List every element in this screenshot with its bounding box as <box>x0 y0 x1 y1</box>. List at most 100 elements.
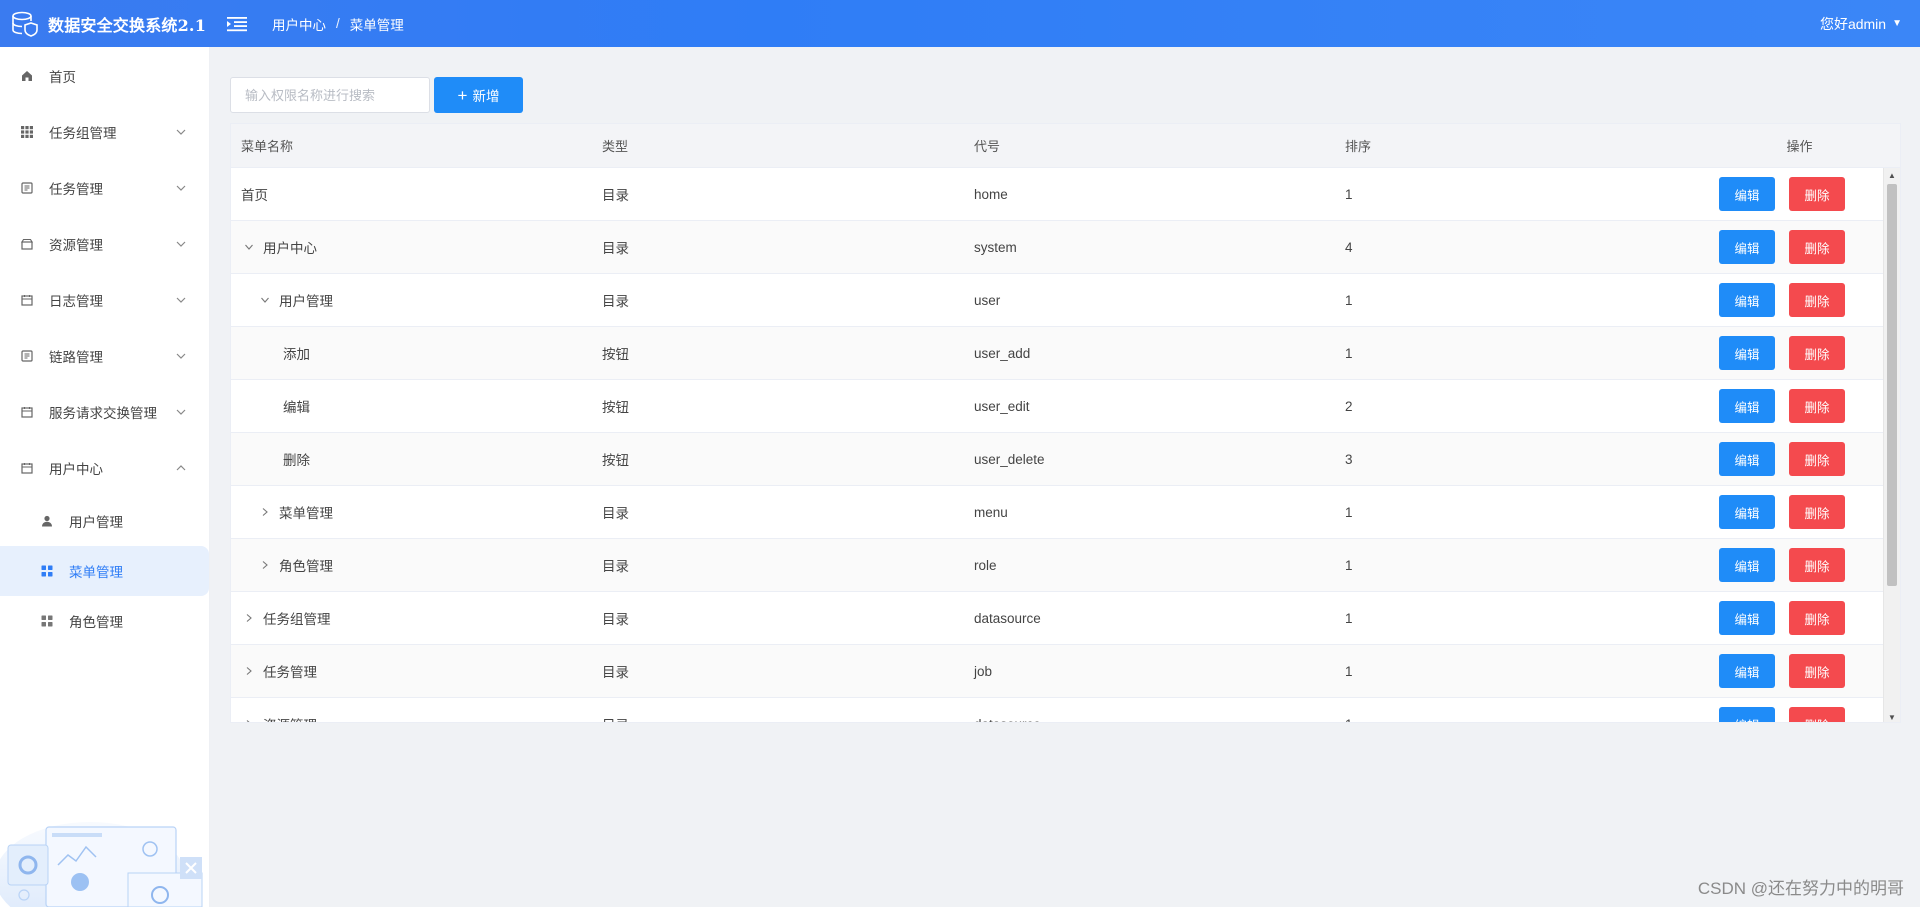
table-row[interactable]: 删除 按钮 user_delete 3 编辑 删除 <box>231 433 1900 486</box>
cell-sort: 1 <box>1345 663 1353 679</box>
vertical-scrollbar[interactable]: ▲ ▼ <box>1883 168 1900 722</box>
delete-button[interactable]: 删除 <box>1789 177 1845 211</box>
cell-type: 目录 <box>602 714 974 722</box>
scroll-thumb[interactable] <box>1887 184 1897 586</box>
cell-type: 目录 <box>602 294 629 309</box>
cell-type: 按钮 <box>602 400 629 415</box>
breadcrumb-item-user-center[interactable]: 用户中心 <box>272 14 326 34</box>
delete-button[interactable]: 删除 <box>1789 548 1845 582</box>
sidebar-item-resource[interactable]: 资源管理 <box>0 216 209 272</box>
edit-button[interactable]: 编辑 <box>1719 495 1775 529</box>
add-button[interactable]: + 新增 <box>434 77 523 113</box>
watermark: CSDN @还在努力中的明哥 <box>1697 879 1904 898</box>
cell-sort: 1 <box>1345 345 1353 361</box>
scroll-up-arrow-icon[interactable]: ▲ <box>1884 168 1900 182</box>
search-input[interactable] <box>230 77 430 113</box>
table-row[interactable]: 资源管理 目录datasource1编辑删除 <box>231 698 1900 722</box>
delete-button[interactable]: 删除 <box>1789 654 1845 688</box>
task-icon <box>20 181 34 195</box>
expand-arrow-right-icon[interactable] <box>241 666 257 676</box>
table-row[interactable]: 用户管理 目录 user 1 编辑 删除 <box>231 274 1900 327</box>
sidebar-item-service-exchange[interactable]: 服务请求交换管理 <box>0 384 209 440</box>
sidebar-item-label: 任务组管理 <box>49 126 117 141</box>
table-row[interactable]: 任务组管理 目录 datasource 1 编辑 删除 <box>231 592 1900 645</box>
cell-name-text: 用户中心 <box>263 241 317 256</box>
cell-name: 编辑 <box>231 396 602 416</box>
top-header: 数据安全交换系统2.1 用户中心 / 菜单管理 您好admin ▼ <box>0 0 1920 47</box>
expand-arrow-right-icon[interactable] <box>257 507 273 517</box>
header-code: 代号 <box>974 139 1001 154</box>
sidebar-item-task-group[interactable]: 任务组管理 <box>0 104 209 160</box>
sidebar-item-label: 用户中心 <box>49 462 103 477</box>
chevron-down-icon <box>176 129 186 135</box>
cell-name-text: 角色管理 <box>279 559 333 574</box>
edit-button[interactable]: 编辑 <box>1719 230 1775 264</box>
scroll-down-arrow-icon[interactable]: ▼ <box>1884 710 1900 722</box>
cell-code: user <box>974 292 1001 308</box>
chevron-down-icon <box>176 353 186 359</box>
expand-arrow-down-icon[interactable] <box>257 295 273 305</box>
edit-button[interactable]: 编辑 <box>1719 442 1775 476</box>
sidebar-item-label: 资源管理 <box>49 238 103 253</box>
add-button-label: 新增 <box>472 89 500 104</box>
table-row[interactable]: 添加 按钮 user_add 1 编辑 删除 <box>231 327 1900 380</box>
expand-arrow-down-icon[interactable] <box>241 242 257 252</box>
user-icon <box>40 514 54 528</box>
decorative-illustration <box>0 822 203 907</box>
table-row[interactable]: 编辑 按钮 user_edit 2 编辑 删除 <box>231 380 1900 433</box>
edit-button[interactable]: 编辑 <box>1719 336 1775 370</box>
expand-arrow-right-icon[interactable] <box>241 719 257 722</box>
cell-code: user_edit <box>974 398 1030 414</box>
delete-button[interactable]: 删除 <box>1789 495 1845 529</box>
delete-button[interactable]: 删除 <box>1789 336 1845 370</box>
cell-ops: 编辑删除 <box>1717 389 1882 423</box>
edit-button[interactable]: 编辑 <box>1719 654 1775 688</box>
table-row[interactable]: 用户中心 目录 system 4 编辑 删除 <box>231 221 1900 274</box>
table-row[interactable]: 首页 目录 home 1 编辑 删除 <box>231 168 1900 221</box>
sidebar-item-label: 首页 <box>49 70 76 85</box>
sidebar-item-user-center[interactable]: 用户中心 <box>0 440 209 496</box>
cell-name: 首页 <box>231 184 602 204</box>
sidebar-item-link[interactable]: 链路管理 <box>0 328 209 384</box>
sidebar-subitem-user-management[interactable]: 用户管理 <box>0 496 209 546</box>
edit-button[interactable]: 编辑 <box>1719 548 1775 582</box>
breadcrumb: 用户中心 / 菜单管理 <box>272 14 404 34</box>
cell-name-text: 资源管理 <box>263 714 317 722</box>
sidebar-item-home[interactable]: 首页 <box>0 48 209 104</box>
delete-button[interactable]: 删除 <box>1789 389 1845 423</box>
table-body: 首页 目录 home 1 编辑 删除 用户中心 目录 system 4 编辑 删除 用户管理 目录 user… <box>231 168 1900 722</box>
edit-button[interactable]: 编辑 <box>1719 601 1775 635</box>
sidebar-subitem-menu-management[interactable]: 菜单管理 <box>0 546 209 596</box>
cell-name: 任务组管理 <box>231 608 602 628</box>
cell-name-text: 任务组管理 <box>263 612 331 627</box>
cell-type: 目录 <box>602 506 629 521</box>
user-dropdown[interactable]: 您好admin ▼ <box>1820 0 1902 47</box>
cell-code: user_delete <box>974 451 1045 467</box>
expand-arrow-right-icon[interactable] <box>241 613 257 623</box>
edit-button[interactable]: 编辑 <box>1719 389 1775 423</box>
table-row[interactable]: 任务管理 目录 job 1 编辑 删除 <box>231 645 1900 698</box>
delete-button[interactable]: 删除 <box>1789 442 1845 476</box>
cell-code: role <box>974 557 997 573</box>
cell-name-text: 删除 <box>283 453 310 468</box>
cell-type: 目录 <box>602 665 629 680</box>
delete-button[interactable]: 删除 <box>1789 601 1845 635</box>
edit-button[interactable]: 编辑 <box>1719 283 1775 317</box>
menu-fold-icon[interactable] <box>226 15 248 33</box>
delete-button[interactable]: 删除 <box>1789 230 1845 264</box>
edit-button[interactable]: 编辑 <box>1719 707 1775 722</box>
sidebar-item-label: 链路管理 <box>49 350 103 365</box>
expand-arrow-right-icon[interactable] <box>257 560 273 570</box>
table-row[interactable]: 菜单管理 目录 menu 1 编辑 删除 <box>231 486 1900 539</box>
delete-button[interactable]: 删除 <box>1789 283 1845 317</box>
sidebar-subitem-label: 用户管理 <box>69 515 123 530</box>
delete-button[interactable]: 删除 <box>1789 707 1845 722</box>
home-icon <box>20 69 34 83</box>
sidebar-subitem-role-management[interactable]: 角色管理 <box>0 596 209 646</box>
cell-sort: 1 <box>1345 292 1353 308</box>
sidebar-item-task[interactable]: 任务管理 <box>0 160 209 216</box>
sidebar-item-log[interactable]: 日志管理 <box>0 272 209 328</box>
edit-button[interactable]: 编辑 <box>1719 177 1775 211</box>
table-row[interactable]: 角色管理 目录 role 1 编辑 删除 <box>231 539 1900 592</box>
app-logo[interactable]: 数据安全交换系统2.1 <box>0 9 212 39</box>
